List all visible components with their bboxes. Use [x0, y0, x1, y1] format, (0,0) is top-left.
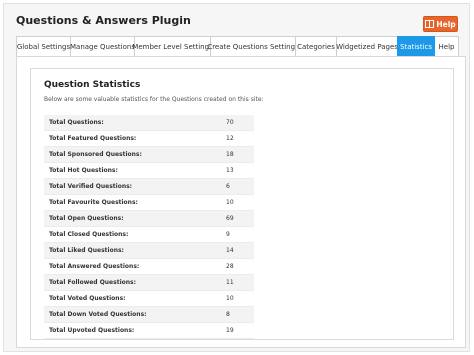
stat-value: 10: [226, 295, 234, 302]
help-button[interactable]: Help: [423, 16, 458, 32]
stat-label: Total Featured Questions:: [49, 135, 137, 142]
stat-value: 70: [226, 119, 234, 126]
table-row: Total Hot Questions: 13: [44, 163, 254, 179]
stat-label: Total Favourite Questions:: [49, 199, 138, 206]
table-row: Total Questions: 70: [44, 115, 254, 131]
stat-label: Total Upvoted Questions:: [49, 327, 135, 334]
stat-label: Total Verified Questions:: [49, 183, 133, 190]
stat-label: Total Questions:: [49, 119, 104, 126]
statistics-description: Below are some valuable statistics for t…: [44, 96, 264, 103]
table-row: Total Closed Questions: 9: [44, 227, 254, 243]
tab-manage-questions[interactable]: Manage Questions: [70, 36, 135, 56]
tab-help[interactable]: Help: [434, 36, 459, 56]
statistics-heading: Question Statistics: [44, 80, 141, 90]
stat-value: 18: [226, 151, 234, 158]
tab-member-level-settings[interactable]: Member Level Settings: [132, 36, 213, 56]
stat-label: Total Sponsored Questions:: [49, 151, 142, 158]
help-book-icon: [425, 20, 435, 28]
stat-label: Total Closed Questions:: [49, 231, 129, 238]
table-row: Total Upvoted Questions: 19: [44, 323, 254, 339]
stat-value: 12: [226, 135, 234, 142]
tab-create-questions-settings[interactable]: Create Questions Settings: [207, 36, 299, 56]
table-row: Total Answered Questions: 28: [44, 259, 254, 275]
stat-label: Total Hot Questions:: [49, 167, 118, 174]
table-row: Total Sponsored Questions: 18: [44, 147, 254, 163]
stat-value: 9: [226, 231, 230, 238]
tab-categories[interactable]: Categories: [295, 36, 337, 56]
table-row: Total Favourite Questions: 10: [44, 195, 254, 211]
table-row: Total Featured Questions: 12: [44, 131, 254, 147]
settings-tabs: Global Settings Manage Questions Member …: [16, 36, 459, 56]
stat-value: 69: [226, 215, 234, 222]
tab-global-settings[interactable]: Global Settings: [16, 36, 71, 56]
stat-label: Total Liked Questions:: [49, 247, 124, 254]
admin-frame: Questions & Answers Plugin Help Global S…: [3, 3, 470, 352]
tab-widgetized-pages[interactable]: Widgetized Pages: [336, 36, 398, 56]
stat-value: 28: [226, 263, 234, 270]
stat-value: 11: [226, 279, 234, 286]
table-row: Total Open Questions: 69: [44, 211, 254, 227]
table-row: Total Verified Questions: 6: [44, 179, 254, 195]
stat-label: Total Answered Questions:: [49, 263, 140, 270]
stat-label: Total Followed Questions:: [49, 279, 136, 286]
page-title: Questions & Answers Plugin: [16, 14, 191, 27]
help-button-label: Help: [436, 19, 456, 29]
stat-label: Total Down Voted Questions:: [49, 311, 147, 318]
tab-statistics[interactable]: Statistics: [397, 36, 435, 56]
table-row: Total Followed Questions: 11: [44, 275, 254, 291]
stat-label: Total Open Questions:: [49, 215, 124, 222]
stat-value: 10: [226, 199, 234, 206]
statistics-table: Total Questions: 70 Total Featured Questio…: [44, 115, 254, 339]
stat-value: 14: [226, 247, 234, 254]
table-row: Total Liked Questions: 14: [44, 243, 254, 259]
table-row: Total Down Voted Questions: 8: [44, 307, 254, 323]
stat-label: Total Voted Questions:: [49, 295, 126, 302]
tab-content-panel: Question Statistics Below are some valua…: [16, 56, 466, 348]
table-row: Total Voted Questions: 10: [44, 291, 254, 307]
stat-value: 19: [226, 327, 234, 334]
stat-value: 13: [226, 167, 234, 174]
statistics-card: Question Statistics Below are some valua…: [30, 68, 454, 340]
stat-value: 8: [226, 311, 230, 318]
stat-value: 6: [226, 183, 230, 190]
